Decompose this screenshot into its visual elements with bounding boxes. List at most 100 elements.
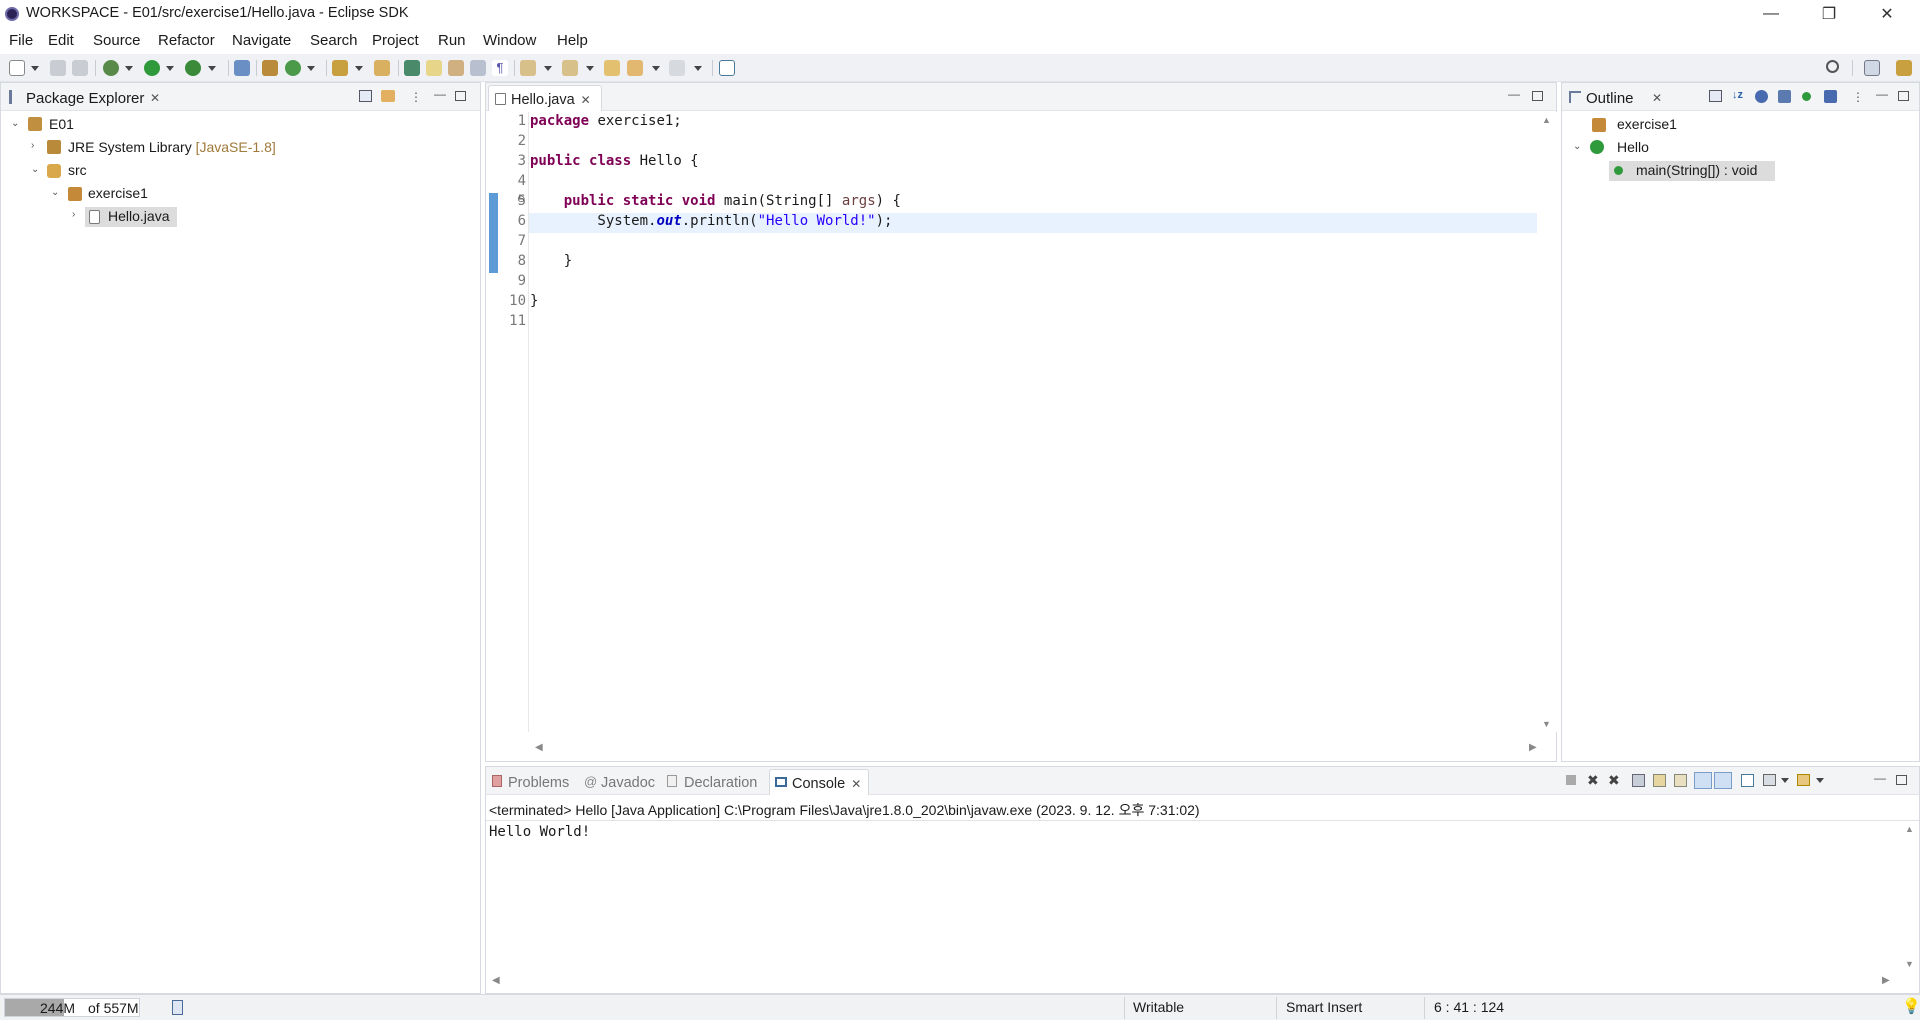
outline-item-package[interactable]: exercise1 bbox=[1562, 115, 1920, 134]
maximize-view-icon[interactable] bbox=[455, 91, 466, 101]
menu-project[interactable]: Project bbox=[372, 32, 419, 49]
open-console-dropdown-icon[interactable] bbox=[1816, 778, 1824, 783]
menu-window[interactable]: Window bbox=[483, 32, 536, 49]
menu-navigate[interactable]: Navigate bbox=[232, 32, 291, 49]
run-dropdown-icon[interactable] bbox=[166, 66, 174, 71]
tree-item-file[interactable]: › Hello.java bbox=[1, 207, 481, 227]
minimize-button[interactable]: — bbox=[1742, 0, 1800, 28]
hide-non-public-icon[interactable] bbox=[1802, 92, 1811, 101]
forward-dropdown-icon[interactable] bbox=[694, 66, 702, 71]
sort-icon[interactable]: ↓z bbox=[1732, 89, 1743, 101]
new-icon[interactable] bbox=[9, 60, 25, 76]
menu-search[interactable]: Search bbox=[310, 32, 358, 49]
package-explorer-tab[interactable]: Package Explorer bbox=[26, 90, 144, 107]
view-menu-icon[interactable]: ⋮ bbox=[1852, 90, 1864, 104]
heap-status[interactable]: 244M of 557M bbox=[4, 998, 140, 1017]
save-all-icon[interactable] bbox=[72, 60, 88, 76]
open-type-icon[interactable] bbox=[332, 60, 348, 76]
menu-source[interactable]: Source bbox=[93, 32, 141, 49]
tree-item-project[interactable]: ⌄ E01 bbox=[1, 115, 481, 134]
search-icon[interactable] bbox=[1826, 60, 1839, 73]
coverage-dropdown-icon[interactable] bbox=[208, 66, 216, 71]
minimize-view-icon[interactable]: — bbox=[1874, 771, 1886, 785]
open-task-icon[interactable] bbox=[374, 60, 390, 76]
link-with-editor-icon[interactable] bbox=[381, 90, 395, 102]
pin-editor-icon[interactable] bbox=[719, 60, 735, 76]
editor-vertical-scrollbar[interactable]: ▲ ▼ bbox=[1539, 112, 1557, 732]
new-class-dropdown-icon[interactable] bbox=[307, 66, 315, 71]
new-java-class-icon[interactable] bbox=[285, 60, 301, 76]
outline-item-method[interactable]: main(String[]) : void bbox=[1562, 161, 1920, 181]
run-icon[interactable] bbox=[144, 60, 160, 76]
previous-annotation-dropdown-icon[interactable] bbox=[586, 66, 594, 71]
chevron-down-icon[interactable]: ⌄ bbox=[11, 118, 19, 129]
scroll-left-icon[interactable]: ◀ bbox=[492, 975, 500, 986]
hide-fields-icon[interactable] bbox=[1755, 90, 1768, 103]
remove-launch-icon[interactable]: ✖ bbox=[1587, 772, 1599, 789]
collapse-all-icon[interactable] bbox=[359, 90, 372, 102]
collapse-method-icon[interactable]: ⊖ bbox=[517, 194, 525, 205]
back-dropdown-icon[interactable] bbox=[652, 66, 660, 71]
tab-problems[interactable]: Problems bbox=[508, 775, 569, 791]
display-console-dropdown-icon[interactable] bbox=[1781, 778, 1789, 783]
next-annotation-icon[interactable] bbox=[520, 60, 536, 76]
external-tools-icon[interactable] bbox=[234, 60, 250, 76]
new-dropdown-icon[interactable] bbox=[31, 66, 39, 71]
minimize-view-icon[interactable]: — bbox=[1876, 87, 1888, 101]
chevron-right-icon[interactable]: › bbox=[31, 140, 34, 151]
chevron-right-icon[interactable]: › bbox=[72, 209, 75, 220]
tab-console[interactable]: Console ✕ bbox=[769, 769, 869, 795]
search-references-icon[interactable] bbox=[404, 60, 420, 76]
chevron-down-icon[interactable]: ⌄ bbox=[1573, 141, 1581, 152]
console-output[interactable]: Hello World! bbox=[489, 824, 590, 840]
package-explorer-close-icon[interactable]: ✕ bbox=[150, 91, 160, 105]
previous-annotation-icon[interactable] bbox=[562, 60, 578, 76]
outline-close-icon[interactable]: ✕ bbox=[1652, 91, 1662, 105]
maximize-view-icon[interactable] bbox=[1896, 775, 1907, 785]
open-console-icon[interactable] bbox=[1797, 774, 1810, 786]
forward-icon[interactable] bbox=[669, 60, 685, 76]
editor-tab-close-icon[interactable]: ✕ bbox=[581, 93, 591, 107]
scroll-up-icon[interactable]: ▲ bbox=[1542, 115, 1551, 125]
console-horizontal-scrollbar[interactable]: ◀ ▶ bbox=[486, 973, 1919, 991]
view-menu-icon[interactable]: ⋮ bbox=[410, 90, 422, 104]
garbage-collect-icon[interactable] bbox=[172, 1000, 183, 1015]
menu-run[interactable]: Run bbox=[438, 32, 466, 49]
debug-dropdown-icon[interactable] bbox=[125, 66, 133, 71]
coverage-icon[interactable] bbox=[185, 60, 201, 76]
open-type-dropdown-icon[interactable] bbox=[355, 66, 363, 71]
java-perspective-icon[interactable] bbox=[1896, 60, 1912, 76]
clear-console-icon[interactable] bbox=[1632, 774, 1645, 787]
scroll-down-icon[interactable]: ▼ bbox=[1905, 959, 1914, 969]
editor-tab-hello-java[interactable]: Hello.java ✕ bbox=[488, 85, 602, 111]
menu-file[interactable]: File bbox=[9, 32, 33, 49]
scroll-left-icon[interactable]: ◀ bbox=[535, 742, 543, 753]
show-console-on-stdout-icon[interactable] bbox=[1694, 772, 1712, 789]
block-selection-icon[interactable] bbox=[470, 60, 486, 76]
tab-javadoc[interactable]: Javadoc bbox=[601, 775, 655, 791]
tree-item-src[interactable]: ⌄ src bbox=[1, 161, 481, 180]
outline-item-class[interactable]: ⌄ Hello bbox=[1562, 138, 1920, 157]
restore-button[interactable]: ❐ bbox=[1800, 0, 1858, 28]
scroll-right-icon[interactable]: ▶ bbox=[1882, 975, 1890, 986]
last-edit-location-icon[interactable] bbox=[604, 60, 620, 76]
minimize-editor-icon[interactable]: — bbox=[1508, 87, 1520, 101]
toggle-mark-occurrences-icon[interactable] bbox=[426, 60, 442, 76]
menu-help[interactable]: Help bbox=[557, 32, 588, 49]
tree-item-package[interactable]: ⌄ exercise1 bbox=[1, 184, 481, 203]
save-icon[interactable] bbox=[50, 60, 66, 76]
tab-declaration[interactable]: Declaration bbox=[684, 775, 757, 791]
pin-console-icon[interactable] bbox=[1741, 774, 1754, 787]
editor-horizontal-scrollbar[interactable]: ◀ ▶ bbox=[529, 739, 1555, 759]
console-close-icon[interactable]: ✕ bbox=[851, 777, 861, 791]
minimize-view-icon[interactable]: — bbox=[434, 87, 446, 101]
collapse-all-icon[interactable] bbox=[1709, 90, 1722, 102]
debug-icon[interactable] bbox=[103, 60, 119, 76]
chevron-down-icon[interactable]: ⌄ bbox=[51, 187, 59, 198]
menu-refactor[interactable]: Refactor bbox=[158, 32, 215, 49]
maximize-editor-icon[interactable] bbox=[1532, 91, 1543, 101]
tip-lightbulb-icon[interactable]: 💡 bbox=[1902, 997, 1920, 1015]
display-selected-console-icon[interactable] bbox=[1763, 774, 1776, 786]
code-area[interactable]: package exercise1; public class Hello { … bbox=[530, 113, 1530, 353]
maximize-view-icon[interactable] bbox=[1898, 91, 1909, 101]
